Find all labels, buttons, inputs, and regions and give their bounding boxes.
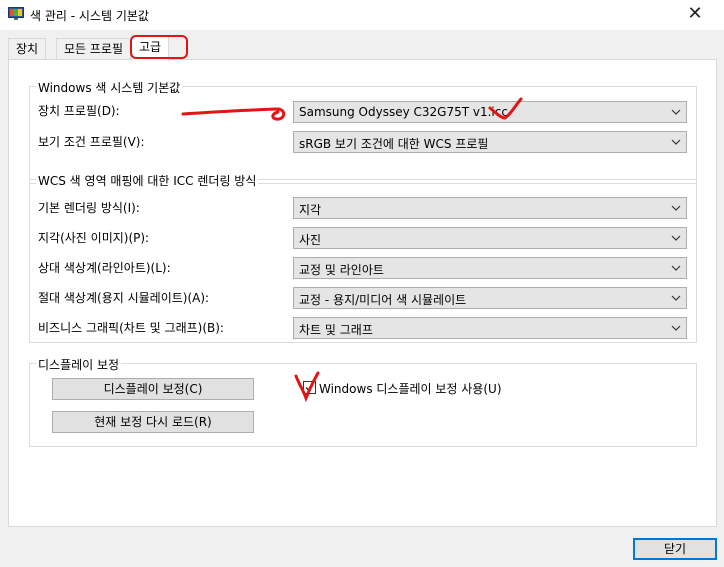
select-value: 교정 - 용지/미디어 색 시뮬레이트 <box>299 293 467 307</box>
relative-colorimetric-label: 상대 색상계(라인아트)(L): <box>38 261 171 275</box>
windows-defaults-group: Windows 색 시스템 기본값 장치 프로필(D): Samsung Ody… <box>29 79 697 184</box>
display-calibration-group: 디스플레이 보정 디스플레이 보정(C) 현재 보정 다시 로드(R) Wind… <box>29 356 697 447</box>
button-label: 디스플레이 보정(C) <box>103 382 203 396</box>
group-title: 디스플레이 보정 <box>36 356 122 373</box>
chevron-down-icon <box>671 295 681 301</box>
chevron-down-icon <box>671 139 681 145</box>
checkmark-icon <box>305 384 314 392</box>
icc-rendering-group: WCS 색 영역 매핑에 대한 ICC 렌더링 방식 기본 렌더링 방식(I):… <box>29 172 697 343</box>
chevron-down-icon <box>671 109 681 115</box>
absolute-colorimetric-select[interactable]: 교정 - 용지/미디어 색 시뮬레이트 <box>293 287 687 309</box>
chevron-down-icon <box>671 205 681 211</box>
select-value: 차트 및 그래프 <box>299 323 373 337</box>
business-graphics-select[interactable]: 차트 및 그래프 <box>293 317 687 339</box>
select-value: sRGB 보기 조건에 대한 WCS 프로필 <box>299 137 489 151</box>
absolute-colorimetric-label: 절대 색상계(용지 시뮬레이트)(A): <box>38 291 210 305</box>
select-value: 지각 <box>299 203 322 217</box>
chevron-down-icon <box>671 325 681 331</box>
chevron-down-icon <box>671 235 681 241</box>
color-management-icon <box>8 7 24 20</box>
reload-calibration-button[interactable]: 현재 보정 다시 로드(R) <box>52 411 254 433</box>
viewing-profile-label: 보기 조건 프로필(V): <box>38 135 145 149</box>
device-profile-label: 장치 프로필(D): <box>38 104 120 118</box>
relative-colorimetric-select[interactable]: 교정 및 라인아트 <box>293 257 687 279</box>
select-value: Samsung Odyssey C32G75T v1.icc <box>299 105 508 119</box>
advanced-panel: Windows 색 시스템 기본값 장치 프로필(D): Samsung Ody… <box>8 59 717 527</box>
window-title: 색 관리 - 시스템 기본값 <box>30 9 149 23</box>
group-title: WCS 색 영역 매핑에 대한 ICC 렌더링 방식 <box>36 172 259 189</box>
button-label: 닫기 <box>663 542 687 556</box>
default-rendering-select[interactable]: 지각 <box>293 197 687 219</box>
viewing-profile-select[interactable]: sRGB 보기 조건에 대한 WCS 프로필 <box>293 131 687 153</box>
button-label: 현재 보정 다시 로드(R) <box>94 415 212 429</box>
default-rendering-label: 기본 렌더링 방식(I): <box>38 201 140 215</box>
perceptual-select[interactable]: 사진 <box>293 227 687 249</box>
tab-label: 장치 <box>16 42 39 56</box>
tab-all-profiles[interactable]: 모든 프로필 <box>56 38 132 59</box>
device-profile-select[interactable]: Samsung Odyssey C32G75T v1.icc <box>293 101 687 123</box>
tab-label: 모든 프로필 <box>64 42 124 56</box>
chevron-down-icon <box>671 265 681 271</box>
close-window-button[interactable]: ✕ <box>680 2 710 26</box>
group-title: Windows 색 시스템 기본값 <box>36 79 183 96</box>
use-calibration-label[interactable]: Windows 디스플레이 보정 사용(U) <box>319 380 502 397</box>
calibrate-display-button[interactable]: 디스플레이 보정(C) <box>52 378 254 400</box>
title-bar: 색 관리 - 시스템 기본값 ✕ <box>0 0 724 30</box>
tab-devices[interactable]: 장치 <box>8 38 47 59</box>
perceptual-label: 지각(사진 이미지)(P): <box>38 231 150 245</box>
tab-annotation-circle <box>130 35 188 59</box>
select-value: 교정 및 라인아트 <box>299 263 384 277</box>
close-button[interactable]: 닫기 <box>633 538 717 560</box>
use-calibration-checkbox[interactable] <box>303 381 316 394</box>
business-graphics-label: 비즈니스 그래픽(차트 및 그래프)(B): <box>38 321 224 335</box>
close-icon: ✕ <box>687 3 703 24</box>
select-value: 사진 <box>299 233 322 247</box>
